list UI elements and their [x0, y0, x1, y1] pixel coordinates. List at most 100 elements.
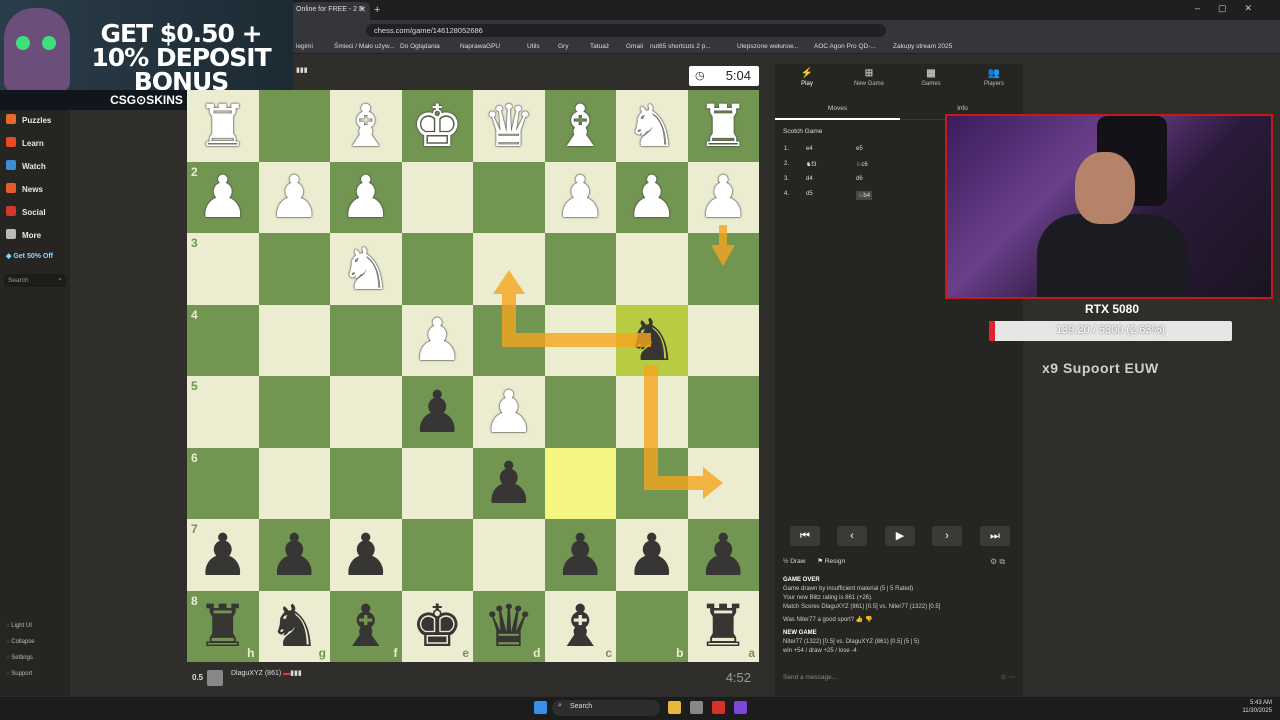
avatar[interactable] [207, 670, 223, 686]
board-square[interactable] [687, 376, 759, 448]
white-pawn-piece[interactable]: ♟ [554, 168, 606, 226]
draw-button[interactable]: ½ Draw [783, 558, 805, 565]
board-square[interactable] [473, 304, 545, 376]
bookmark-item[interactable]: Tatuaż [590, 43, 609, 50]
black-pawn-piece[interactable]: ♟ [411, 383, 463, 441]
bookmark-item[interactable]: nut65 shortcuts 2 p... [650, 43, 711, 50]
first-move-button[interactable]: ⏮ [790, 526, 820, 546]
play-button[interactable]: ▶ [885, 526, 915, 546]
board-square[interactable] [330, 304, 402, 376]
board-square[interactable] [401, 447, 473, 519]
white-knight-piece[interactable]: ♞ [626, 97, 678, 155]
taskbar-search[interactable]: ⌕ Search [552, 700, 660, 716]
white-knight-piece[interactable]: ♞ [340, 240, 392, 298]
browser-icon[interactable] [712, 701, 725, 714]
sidebar-item-news[interactable]: News [6, 183, 43, 194]
move-white[interactable]: d5 [806, 191, 813, 197]
black-pawn-piece[interactable]: ♟ [483, 454, 535, 512]
white-rook-piece[interactable]: ♜ [197, 97, 249, 155]
board-square[interactable]: 5 [187, 376, 259, 448]
board-square[interactable] [473, 519, 545, 591]
black-queen-piece[interactable]: ♛ [483, 597, 535, 655]
bookmark-item[interactable]: Śmieci / Mało używ... [334, 43, 395, 50]
board-square[interactable]: ♟ [544, 519, 616, 591]
tab-play[interactable]: ⚡ Play [776, 68, 838, 87]
black-pawn-piece[interactable]: ♟ [197, 526, 249, 584]
black-pawn-piece[interactable]: ♟ [340, 526, 392, 584]
board-square[interactable]: 4 [187, 304, 259, 376]
sidebar-item-puzzles[interactable]: Puzzles [6, 114, 51, 125]
white-pawn-piece[interactable]: ♟ [411, 311, 463, 369]
board-square[interactable] [616, 447, 688, 519]
white-bishop-piece[interactable]: ♝ [554, 97, 606, 155]
sidebar-item-learn[interactable]: Learn [6, 137, 44, 148]
black-knight-piece[interactable]: ♞ [626, 311, 678, 369]
tab-players[interactable]: 👥 Players [963, 68, 1025, 87]
board-square[interactable]: 3 [187, 233, 259, 305]
sidebar-footer-collapse[interactable]: ◌ Collapse [6, 639, 35, 645]
white-rook-piece[interactable]: ♜ [697, 97, 749, 155]
board-square[interactable]: ♞ [616, 90, 688, 162]
board-square[interactable]: ♜ [687, 90, 759, 162]
board-square[interactable]: ♜ [187, 90, 259, 162]
bookmark-item[interactable]: AOC Agon Pro QD-... [814, 43, 876, 50]
move-white[interactable]: ♞f3 [806, 161, 816, 168]
board-square[interactable] [258, 447, 330, 519]
sidebar-footer-support[interactable]: ◌ Support [6, 671, 32, 677]
board-square[interactable]: 2 ♟ [187, 161, 259, 233]
board-square[interactable]: ♟ [258, 161, 330, 233]
move-black[interactable]: ♘b4 [856, 191, 873, 200]
board-square[interactable] [258, 233, 330, 305]
board-square[interactable]: ♝ [544, 90, 616, 162]
board-square[interactable] [544, 447, 616, 519]
thumbs-down-icon[interactable]: 👎 [865, 617, 872, 623]
board-square[interactable]: ♟ [687, 519, 759, 591]
url-field[interactable]: chess.com/game/146128052686 [366, 24, 886, 37]
board-square[interactable] [473, 233, 545, 305]
white-pawn-piece[interactable]: ♟ [626, 168, 678, 226]
black-pawn-piece[interactable]: ♟ [697, 526, 749, 584]
white-pawn-piece[interactable]: ♟ [340, 168, 392, 226]
board-square[interactable] [258, 304, 330, 376]
player-name[interactable]: DlaguXYZ (861) ▬▮▮▮ [231, 669, 302, 677]
board-square[interactable]: ♟ [544, 161, 616, 233]
board-square[interactable] [616, 376, 688, 448]
thumbs-up-icon[interactable]: 👍 [854, 617, 865, 623]
board-square[interactable] [258, 376, 330, 448]
board-square[interactable]: ♛ [473, 90, 545, 162]
tab-games[interactable]: ▦ Games [900, 68, 962, 87]
tab-new-game[interactable]: ⊞ New Game [838, 68, 900, 87]
black-rook-piece[interactable]: ♜ [197, 597, 249, 655]
white-king-piece[interactable]: ♚ [411, 97, 463, 155]
black-pawn-piece[interactable]: ♟ [268, 526, 320, 584]
board-square[interactable]: ♟ [473, 376, 545, 448]
board-square[interactable] [616, 233, 688, 305]
board-square[interactable]: f ♝ [330, 590, 402, 662]
board-square[interactable]: ♟ [616, 161, 688, 233]
board-square[interactable]: d ♛ [473, 590, 545, 662]
board-square[interactable] [330, 447, 402, 519]
move-white[interactable]: e4 [806, 146, 813, 152]
chat-input[interactable]: Send a message... ☺ ⋯ [779, 672, 1019, 686]
board-square[interactable] [544, 304, 616, 376]
board-square[interactable] [473, 161, 545, 233]
bookmark-item[interactable]: NaprawaGPU [460, 43, 500, 50]
bookmark-item[interactable]: Do Oglądania [400, 43, 440, 50]
sidebar-promo[interactable]: ◆ Get 50% Off [6, 252, 53, 260]
board-square[interactable]: ♞ [330, 233, 402, 305]
bookmark-item[interactable]: legimi [296, 43, 313, 50]
black-king-piece[interactable]: ♚ [411, 597, 463, 655]
board-square[interactable]: ♟ [401, 376, 473, 448]
resign-button[interactable]: ⚑ Resign [817, 558, 845, 565]
board-square[interactable] [258, 90, 330, 162]
sidebar-item-social[interactable]: Social [6, 206, 46, 217]
black-pawn-piece[interactable]: ♟ [554, 526, 606, 584]
sidebar-footer-settings[interactable]: ◌ Settings [6, 655, 33, 661]
move-white[interactable]: d4 [806, 176, 813, 182]
board-square[interactable] [330, 376, 402, 448]
chess-board[interactable]: ♜ ♝ ♚ ♛ ♝ ♞ ♜ 2 ♟ ♟ ♟ ♟ ♟ ♟ 3 ♞ 4 ♟ ♞ 5 ♟ ♟ 6 ♟ 7 ♟ ♟ ♟ ♟ ♟ ♟ 8 h ♜ g ♞ f ♝ e ♚… [187, 90, 759, 662]
board-square[interactable]: ♞ [616, 304, 688, 376]
board-square[interactable]: ♟ [258, 519, 330, 591]
prev-move-button[interactable]: ‹ [837, 526, 867, 546]
last-move-button[interactable]: ⏭ [980, 526, 1010, 546]
